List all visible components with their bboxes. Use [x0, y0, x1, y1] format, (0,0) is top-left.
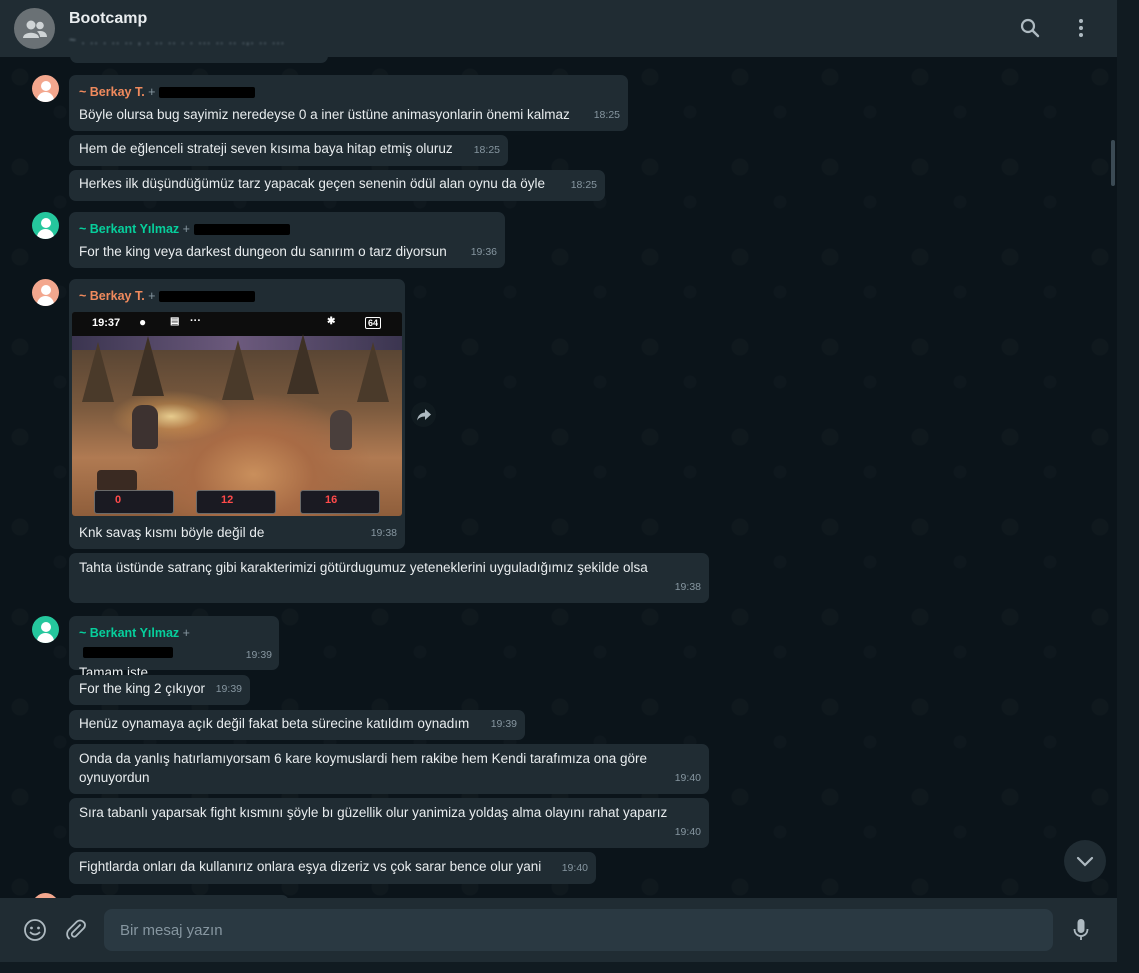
- composer-bar: [0, 898, 1117, 962]
- message-text: Herkes ilk düşündüğümüz tarz yapacak geç…: [79, 176, 546, 191]
- message-time: 19:39: [215, 683, 242, 695]
- message-time: 19:39: [245, 649, 272, 661]
- message-time: 19:40: [674, 772, 701, 784]
- message-text: Fightlarda onları da kullanırız onlara e…: [79, 859, 542, 874]
- redacted-phone: [83, 647, 173, 659]
- message-bubble[interactable]: Herkes ilk düşündüğümüz tarz yapacak geç…: [69, 170, 605, 201]
- message-time: 18:25: [570, 179, 597, 191]
- chevron-down-icon: [1076, 856, 1094, 867]
- redacted-phone: [159, 87, 256, 99]
- message-time: 19:36: [470, 246, 497, 258]
- message-bubble[interactable]: For the king 2 çıkıyor 19:39: [69, 675, 250, 705]
- message-text: Onda da yanlış hatırlamıyorsam 6 kare ko…: [79, 751, 648, 785]
- scrollbar-thumb[interactable]: [1111, 140, 1115, 186]
- message-image[interactable]: 19:37 ● ▤ ··· ✱ 64 0 12 16: [72, 312, 402, 516]
- message-bubble[interactable]: Hem de eğlenceli strateji seven kısıma b…: [69, 135, 508, 166]
- sender-name[interactable]: ~ Berkay T. +: [69, 75, 628, 102]
- mic-icon[interactable]: [1067, 916, 1095, 944]
- message-time: 19:40: [561, 862, 588, 874]
- avatar[interactable]: [32, 279, 59, 306]
- message-time: 19:38: [370, 527, 397, 539]
- message-bubble[interactable]: ~ Berkay T. + Böyle olursa bug sayimiz n…: [69, 75, 628, 131]
- message-time: 18:25: [473, 144, 500, 156]
- message-text: Knk savaş kısmı böyle değil de: [79, 525, 265, 540]
- message-bubble[interactable]: ~ Berkant Yılmaz + For the king veya dar…: [69, 212, 505, 268]
- message-bubble[interactable]: Fightlarda onları da kullanırız onlara e…: [69, 852, 596, 884]
- message-text: Tahta üstünde satranç gibi karakterimizi…: [79, 560, 648, 575]
- window-bottom-edge: [0, 962, 1139, 973]
- forward-icon[interactable]: [411, 402, 436, 427]
- message-bubble[interactable]: Sıra tabanlı yaparsak fight kısmını şöyl…: [69, 798, 709, 848]
- avatar[interactable]: [32, 212, 59, 239]
- message-input[interactable]: [104, 909, 1053, 951]
- message-text: Hem de eğlenceli strateji seven kısıma b…: [79, 141, 453, 156]
- emoji-icon[interactable]: [21, 916, 49, 944]
- screenshot-status-bar: 19:37 ● ▤ ··· ✱ 64: [72, 312, 402, 336]
- group-avatar-icon[interactable]: [14, 8, 55, 49]
- participants-list: ~ . .. . .. .. , . .. .. . . ... .. .. .…: [69, 33, 286, 47]
- message-time: 19:40: [674, 826, 701, 838]
- window-edge: [1117, 0, 1139, 973]
- attach-icon[interactable]: [62, 916, 90, 944]
- message-text: Böyle olursa bug sayimiz neredeyse 0 a i…: [79, 107, 570, 122]
- sender-name[interactable]: ~ Berkant Yılmaz +: [69, 212, 505, 239]
- message-text: For the king veya darkest dungeon du san…: [79, 244, 447, 259]
- scroll-to-bottom-button[interactable]: [1064, 840, 1106, 882]
- redacted-phone: [193, 224, 290, 236]
- message-time: 19:39: [490, 718, 517, 730]
- redacted-phone: [159, 291, 256, 303]
- search-icon[interactable]: [1016, 14, 1044, 42]
- sender-name[interactable]: ~ Berkay T. +: [69, 279, 405, 306]
- message-text: Sıra tabanlı yaparsak fight kısmını şöyl…: [79, 805, 668, 820]
- menu-icon[interactable]: [1067, 14, 1095, 42]
- message-text: Henüz oynamaya açık değil fakat beta sür…: [79, 716, 470, 731]
- message-time: 18:25: [593, 109, 620, 121]
- message-bubble[interactable]: Henüz oynamaya açık değil fakat beta sür…: [69, 710, 525, 740]
- message-bubble[interactable]: Onda da yanlış hatırlamıyorsam 6 kare ko…: [69, 744, 709, 794]
- game-scene: 0 12 16: [72, 334, 402, 516]
- message-bubble-partial: [70, 57, 328, 63]
- avatar[interactable]: [32, 75, 59, 102]
- message-time: 19:38: [674, 581, 701, 593]
- chat-header[interactable]: Bootcamp ~ . .. . .. .. , . .. .. . . ..…: [0, 0, 1117, 57]
- chat-title: Bootcamp: [69, 10, 148, 27]
- avatar[interactable]: [32, 616, 59, 643]
- message-bubble[interactable]: Tahta üstünde satranç gibi karakterimizi…: [69, 553, 709, 603]
- message-bubble[interactable]: ~ Berkant Yılmaz + Tamam işte 19:39: [69, 616, 279, 680]
